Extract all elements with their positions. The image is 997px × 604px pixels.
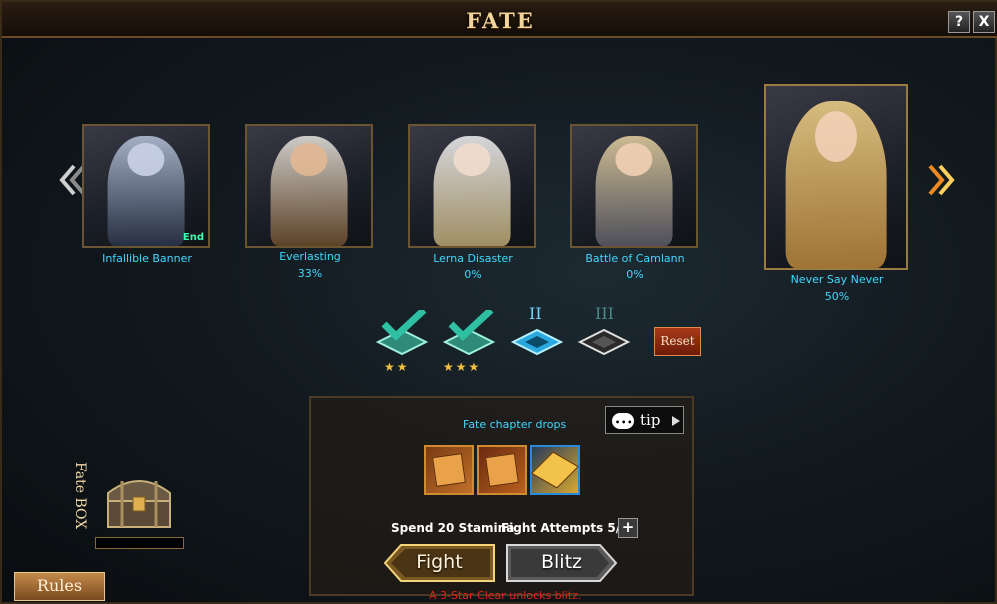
drop-item-gold-book[interactable]	[530, 445, 580, 495]
fight-attempts: Fight Attempts 5/5	[501, 521, 629, 535]
card-progress: 0%	[626, 268, 644, 281]
fate-window: FATE ? X End Infallible Banner Everlasti…	[0, 0, 997, 604]
tip-label: tip	[640, 411, 661, 429]
fate-card-lerna-disaster[interactable]: Lerna Disaster 0%	[408, 122, 538, 282]
stage-2-stars: ★★★	[443, 360, 482, 374]
stage-1-stars: ★★	[384, 360, 410, 374]
stamina-cost: Spend 20 Stamina	[391, 521, 515, 535]
drops-label: Fate chapter drops	[463, 418, 567, 431]
card-icon	[485, 453, 519, 487]
character-portrait	[408, 124, 536, 248]
window-title: FATE	[466, 8, 535, 33]
drop-item-skull-card[interactable]	[477, 445, 527, 495]
stage-2-completed[interactable]	[439, 307, 499, 360]
drop-item-rune-card[interactable]	[424, 445, 474, 495]
card-name: Lerna Disaster	[433, 252, 513, 265]
play-triangle-icon	[672, 416, 680, 426]
card-icon	[432, 453, 466, 487]
card-name: Infallible Banner	[102, 252, 192, 265]
stage-4-locked[interactable]: III	[574, 304, 634, 360]
stage-3-current[interactable]: II	[507, 304, 567, 360]
end-tag: End	[182, 232, 204, 243]
speech-bubble-icon: •••	[612, 413, 634, 429]
stage-numeral: II	[529, 304, 542, 323]
rules-button[interactable]: Rules	[14, 572, 105, 601]
blitz-label: Blitz	[540, 551, 582, 573]
fate-card-infallible-banner[interactable]: End Infallible Banner	[82, 122, 212, 272]
card-progress: 50%	[824, 290, 850, 303]
double-chevron-right-icon[interactable]	[926, 162, 956, 198]
fate-box-progress-bar	[95, 537, 184, 549]
character-portrait	[245, 124, 373, 248]
tip-button[interactable]: ••• tip	[605, 406, 684, 434]
reset-button[interactable]: Reset	[654, 327, 701, 356]
blitz-button[interactable]: Blitz	[505, 543, 618, 583]
fate-box-label: Fate BOX	[72, 462, 88, 530]
card-name: Never Say Never	[790, 273, 884, 286]
stage-platform-icon	[442, 307, 496, 356]
help-button[interactable]: ?	[948, 11, 970, 33]
fight-label: Fight	[416, 551, 463, 573]
book-icon	[531, 451, 579, 489]
card-progress: 33%	[297, 267, 323, 280]
fate-card-everlasting[interactable]: Everlasting 33%	[245, 122, 375, 282]
card-name: Everlasting	[279, 250, 341, 263]
character-portrait	[764, 84, 908, 270]
add-attempts-button[interactable]: +	[618, 518, 638, 538]
fate-card-never-say-never[interactable]: Never Say Never 50%	[764, 84, 910, 306]
character-portrait	[570, 124, 698, 248]
stage-numeral: III	[595, 304, 614, 323]
stage-platform-icon	[375, 307, 429, 356]
character-portrait: End	[82, 124, 210, 248]
card-progress: 0%	[464, 268, 482, 281]
stage-1-completed[interactable]	[372, 307, 432, 360]
fight-button[interactable]: Fight	[383, 543, 496, 583]
close-button[interactable]: X	[973, 11, 995, 33]
card-name: Battle of Camlann	[585, 252, 685, 265]
treasure-chest-icon[interactable]	[102, 467, 176, 531]
blitz-hint: A 3-Star Clear unlocks blitz.	[429, 589, 582, 602]
fate-card-battle-of-camlann[interactable]: Battle of Camlann 0%	[570, 122, 700, 282]
